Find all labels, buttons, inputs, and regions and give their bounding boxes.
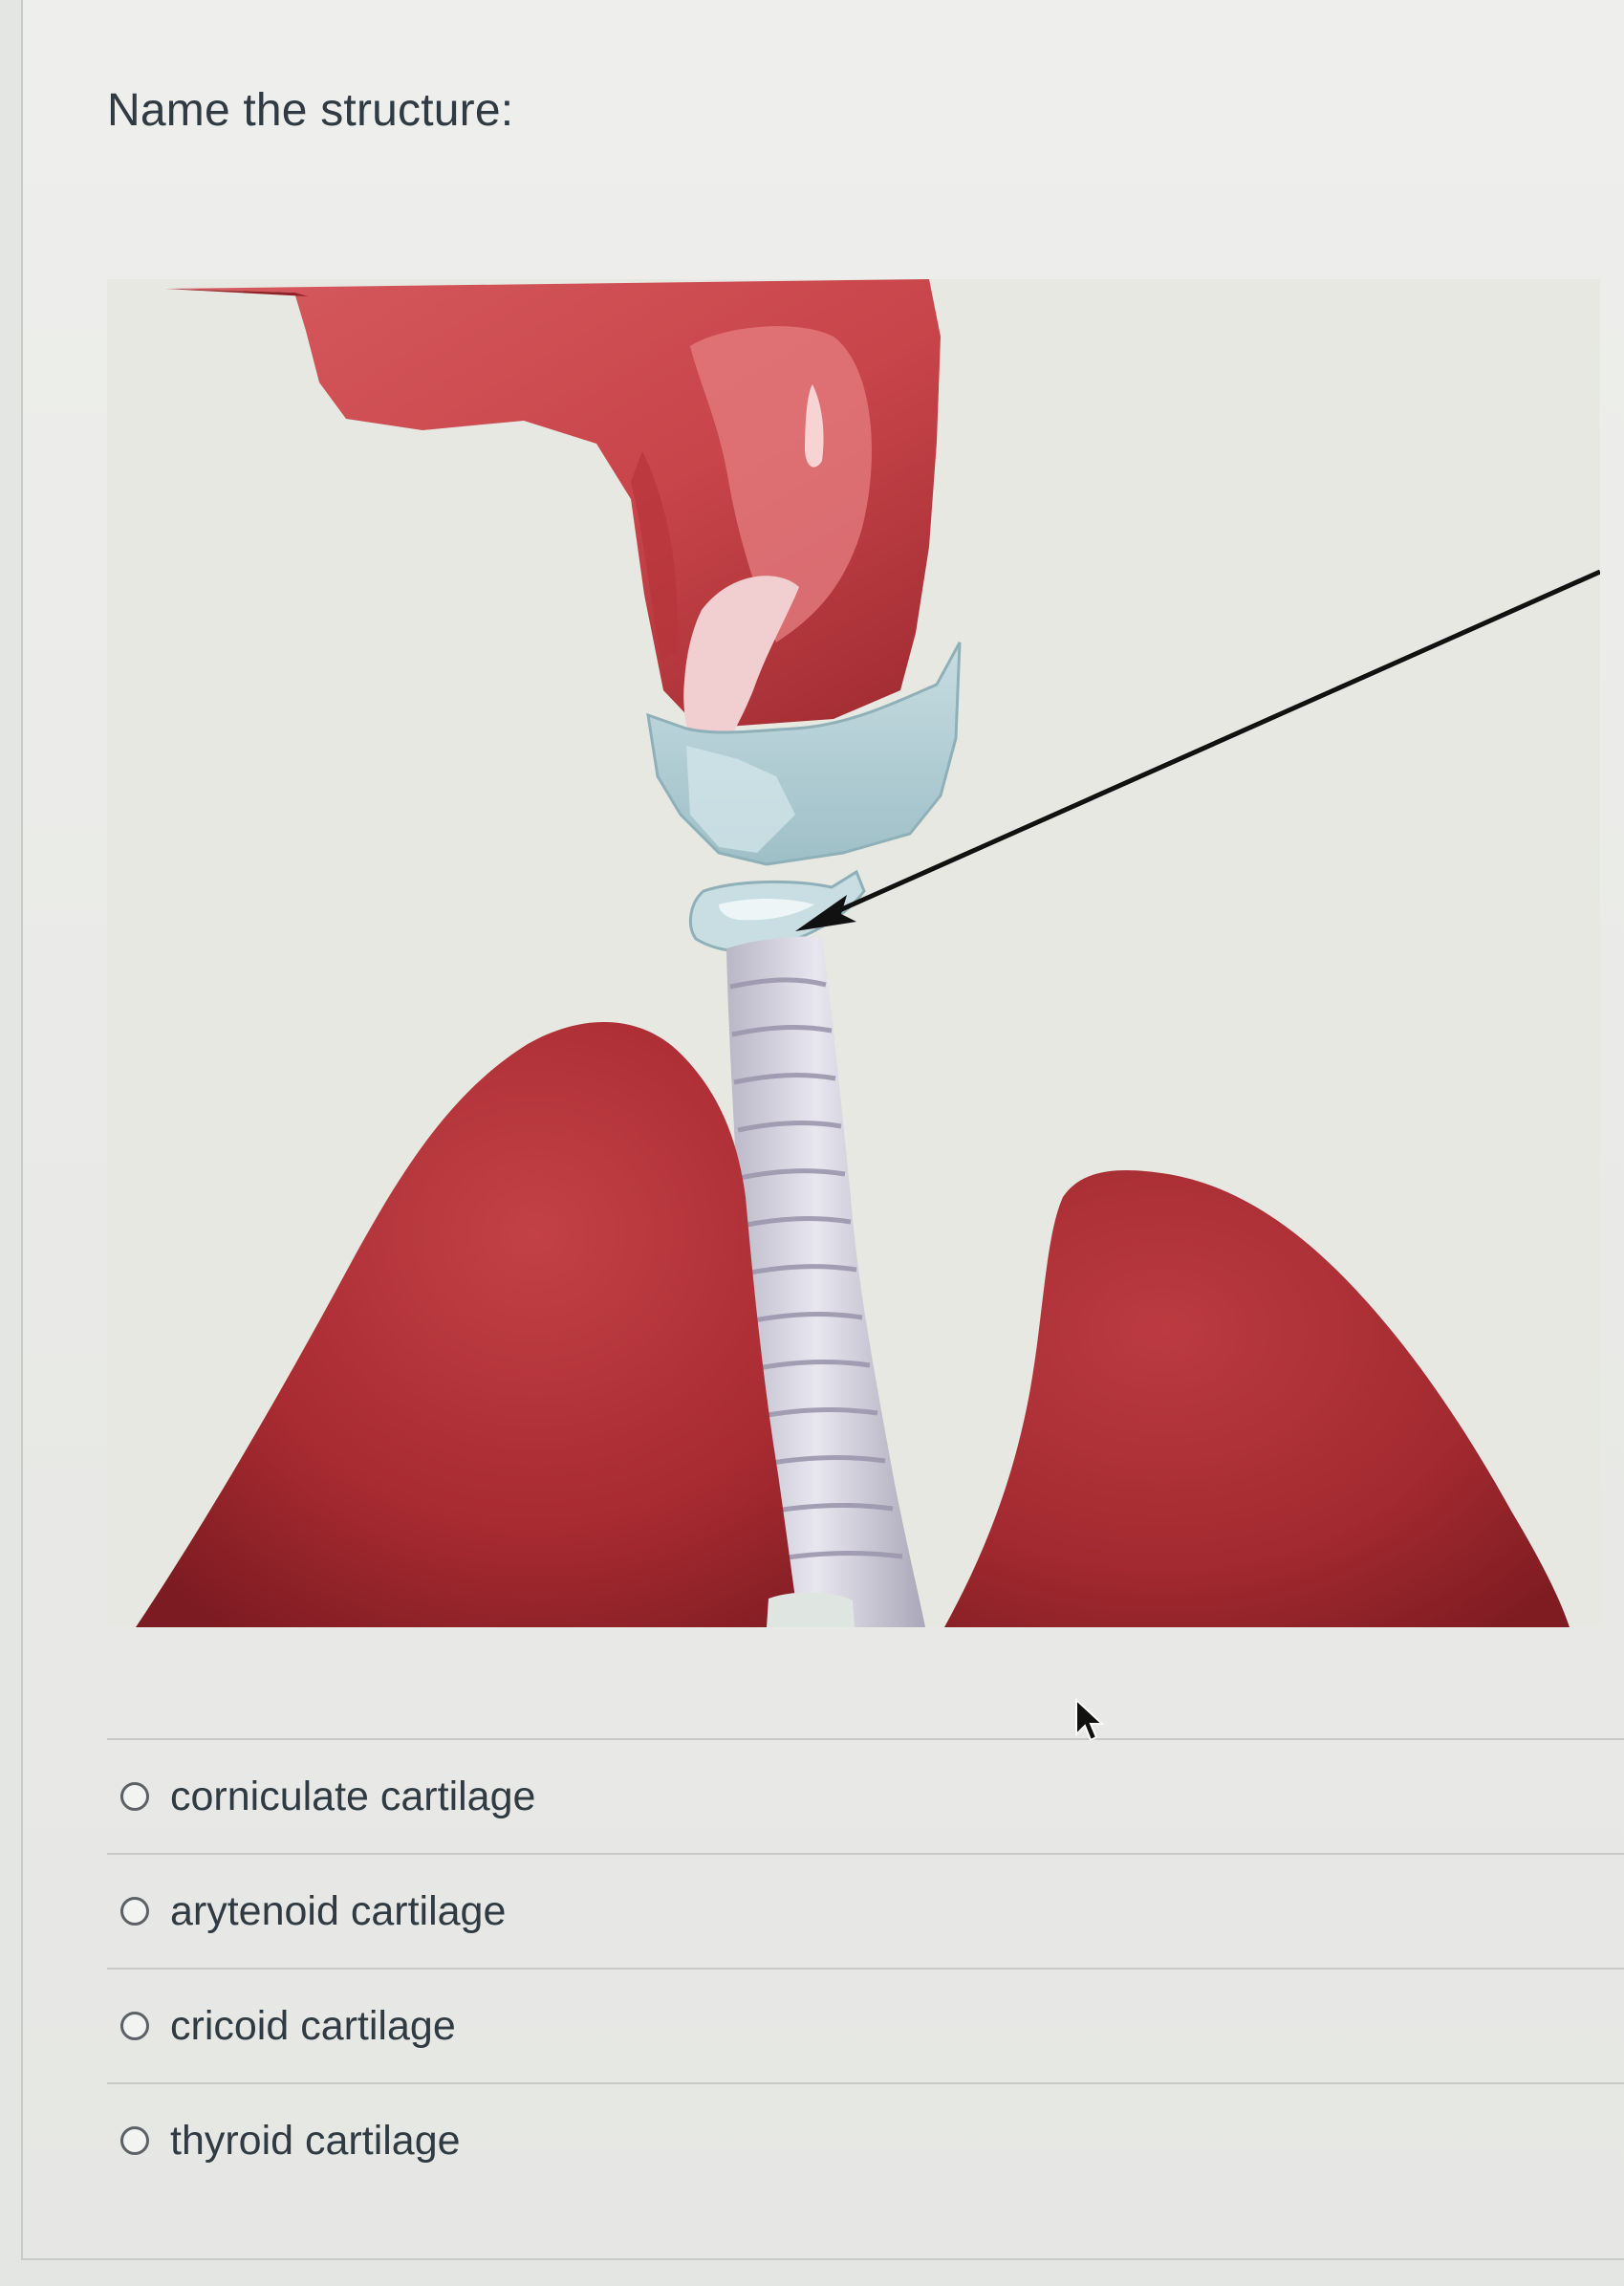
- mouse-pointer-icon: [1075, 1698, 1105, 1742]
- question-prompt: Name the structure:: [107, 85, 514, 136]
- anatomy-figure: [107, 279, 1600, 1627]
- radio-button[interactable]: [120, 1897, 149, 1926]
- pharynx-tissue: [164, 279, 941, 776]
- radio-button[interactable]: [120, 2012, 149, 2040]
- answer-label: arytenoid cartilage: [170, 1887, 507, 1934]
- right-lung-shape: [944, 1169, 1570, 1627]
- radio-button[interactable]: [120, 2126, 149, 2155]
- answer-option-corniculate[interactable]: corniculate cartilage: [107, 1740, 1624, 1853]
- radio-button[interactable]: [120, 1782, 149, 1811]
- answer-label: corniculate cartilage: [170, 1773, 536, 1819]
- answer-option-cricoid[interactable]: cricoid cartilage: [107, 1970, 1624, 2082]
- question-card: Name the structure: corniculate cartilag…: [21, 0, 1624, 2260]
- left-lung-shape: [136, 1022, 799, 1627]
- anatomy-illustration: [136, 279, 1600, 1627]
- answer-list: corniculate cartilage arytenoid cartilag…: [107, 1738, 1624, 2197]
- answer-label: thyroid cartilage: [170, 2117, 461, 2164]
- answer-option-thyroid[interactable]: thyroid cartilage: [107, 2084, 1624, 2197]
- answer-label: cricoid cartilage: [170, 2002, 456, 2049]
- answer-option-arytenoid[interactable]: arytenoid cartilage: [107, 1855, 1624, 1968]
- bronchus-stub: [767, 1592, 855, 1627]
